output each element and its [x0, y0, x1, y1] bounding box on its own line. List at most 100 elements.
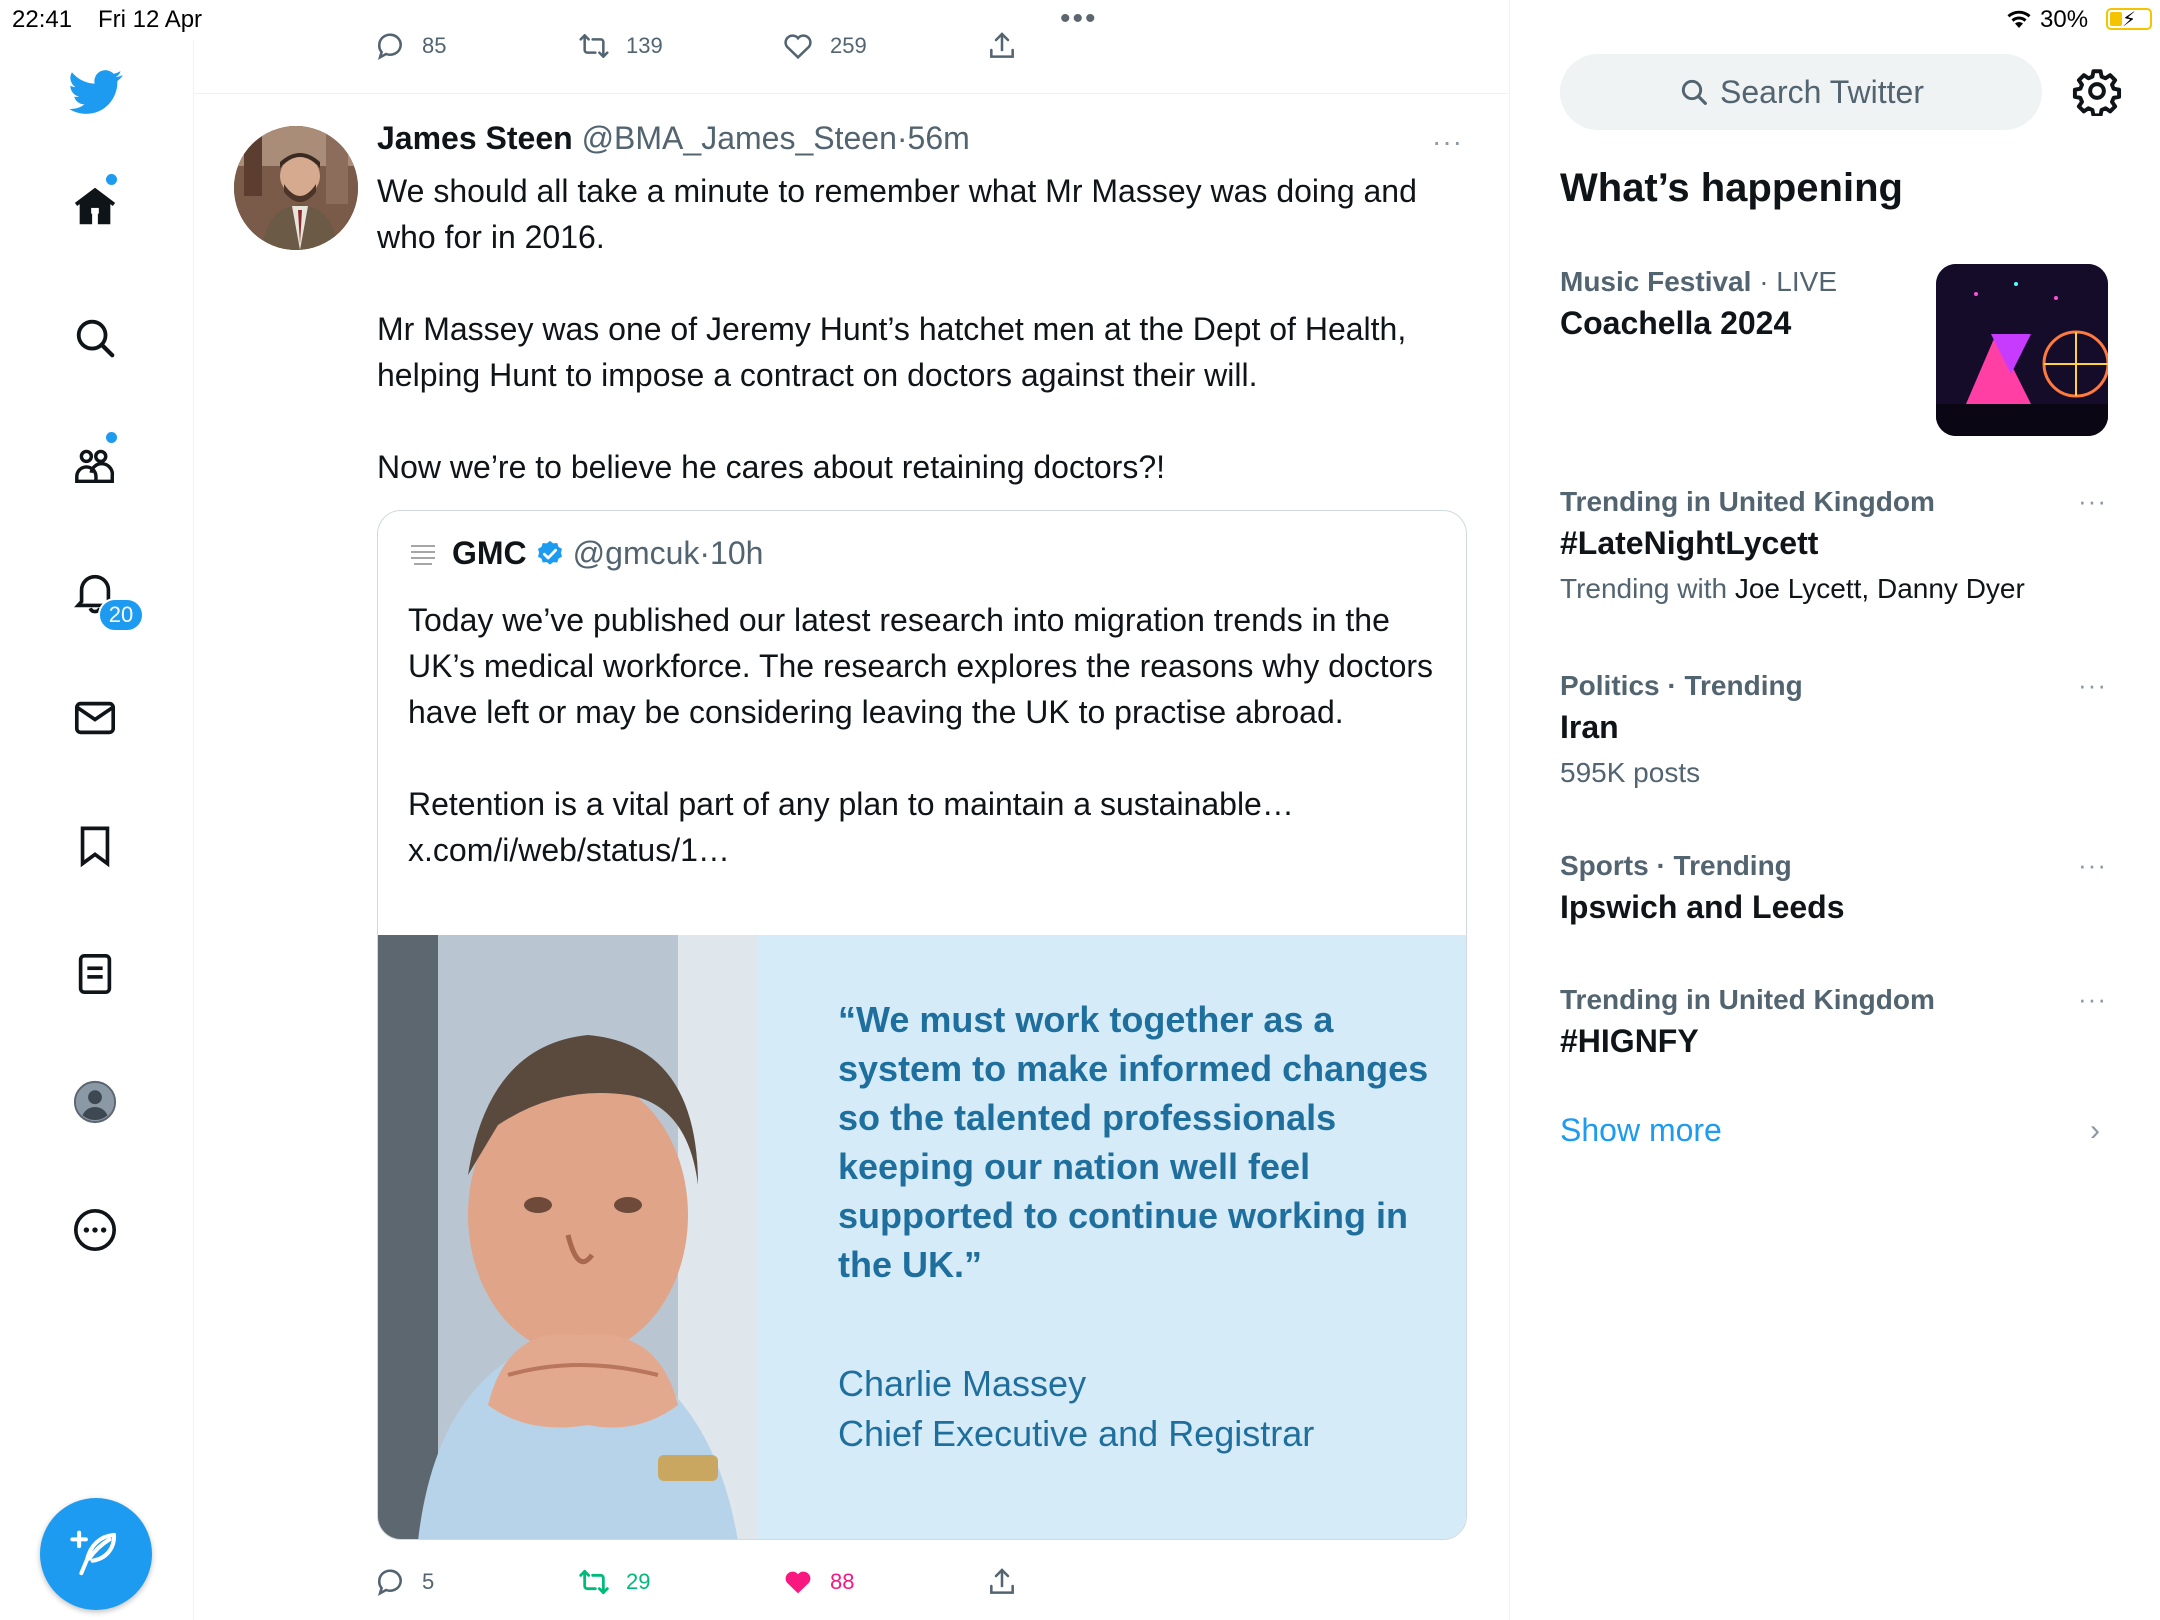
like-count: 88 — [830, 1569, 855, 1594]
image-person-name: Charlie Massey — [838, 1363, 1087, 1404]
tweet-header: James Steen @BMA_James_Steen·56m — [377, 120, 970, 157]
search-input[interactable]: Search Twitter — [1560, 54, 2042, 130]
trend-title: Ipswich and Leeds — [1560, 889, 1845, 925]
image-person-role: Chief Executive and Registrar — [838, 1413, 1315, 1454]
tweet-time[interactable]: 56m — [908, 120, 970, 156]
retweet-button[interactable]: 139 — [578, 30, 663, 62]
messages-icon[interactable] — [69, 692, 121, 744]
tweet-paragraph: Now we’re to believe he cares about reta… — [377, 449, 1165, 485]
trend-post-count: 595K posts — [1560, 757, 1701, 788]
quoted-paragraph: Today we’ve published our latest researc… — [408, 602, 1434, 730]
compose-icon — [70, 1530, 117, 1576]
quoted-author-name[interactable]: GMC — [452, 535, 527, 572]
share-button[interactable] — [986, 1566, 1034, 1598]
compose-button[interactable] — [40, 1498, 152, 1610]
quote-card: “We must work together as a system to ma… — [758, 935, 1466, 1539]
trend-category: Sports · Trending — [1560, 850, 1792, 881]
portrait-photo — [378, 935, 758, 1539]
like-button[interactable]: 88 — [782, 1566, 854, 1598]
trend-item[interactable]: Trending in United Kingdom #LateNightLyc… — [1560, 484, 2120, 612]
quoted-author-handle[interactable]: @gmcuk — [573, 535, 700, 572]
quoted-tweet[interactable]: GMC @gmcuk · 10h Today we’ve published our… — [377, 510, 1467, 1540]
quoted-header-separator: · — [699, 535, 711, 571]
verified-badge-icon — [537, 540, 562, 565]
tweet-text: We should all take a minute to remember … — [377, 168, 1447, 536]
trend-item[interactable]: Sports · Trending Ipswich and Leeds — [1560, 848, 2120, 930]
trend-category: Trending in United Kingdom — [1560, 486, 1935, 517]
share-button[interactable] — [986, 30, 1034, 62]
trend-category: Music Festival — [1560, 266, 1752, 297]
retweet-count: 139 — [626, 33, 663, 58]
trend-category: Trending in United Kingdom — [1560, 984, 1935, 1015]
trend-title: #LateNightLycett — [1560, 525, 1819, 561]
author-handle[interactable]: @BMA_James_Steen — [582, 120, 897, 156]
trend-more-icon[interactable]: ··· — [2078, 670, 2107, 701]
bookmarks-icon[interactable] — [69, 820, 121, 872]
home-unread-dot — [106, 174, 117, 185]
trend-more-icon[interactable]: ··· — [2078, 486, 2107, 517]
reply-icon — [377, 33, 402, 60]
tweet-paragraph: Mr Massey was one of Jeremy Hunt’s hatch… — [377, 311, 1407, 393]
trend-live: · LIVE — [1759, 266, 1837, 297]
retweet-count: 29 — [626, 1569, 651, 1594]
lists-icon[interactable] — [69, 948, 121, 1000]
quoted-tweet-text: Today we’ve published our latest researc… — [408, 597, 1438, 873]
retweet-button[interactable]: 29 — [578, 1566, 650, 1598]
image-quote-text: “We must work together as a system to ma… — [838, 999, 1429, 1285]
retweet-icon — [579, 1569, 609, 1595]
quoted-tweet-time[interactable]: 10h — [710, 535, 763, 572]
more-options-icon[interactable]: ··· — [1432, 126, 1463, 158]
quoted-tweet-header: GMC @gmcuk · 10h — [408, 535, 763, 572]
tweet-actions: 5 29 88 — [194, 1558, 1510, 1608]
reply-button[interactable]: 85 — [374, 30, 446, 62]
trend-with-label: Trending with — [1560, 573, 1728, 604]
avatar[interactable] — [234, 126, 358, 250]
home-icon[interactable] — [69, 180, 121, 232]
retweet-icon — [579, 34, 609, 58]
share-icon — [990, 1568, 1014, 1594]
gear-icon[interactable] — [2072, 66, 2122, 116]
reply-count: 85 — [422, 33, 447, 58]
status-time: 22:41 — [12, 6, 73, 33]
tweet[interactable]: James Steen @BMA_James_Steen·56m ··· We … — [194, 96, 1510, 1620]
search-icon — [1681, 79, 1707, 105]
share-icon — [990, 32, 1014, 58]
trend-item[interactable]: Trending in United Kingdom #HIGNFY — [1560, 982, 2120, 1064]
like-icon — [785, 1571, 811, 1594]
status-date: Fri 12 Apr — [98, 6, 203, 33]
reply-count: 5 — [422, 1569, 435, 1594]
explore-icon[interactable] — [69, 312, 121, 364]
header-separator: · — [896, 120, 908, 156]
whats-happening-heading: What’s happening — [1560, 166, 1903, 210]
trend-more-icon[interactable]: ··· — [2078, 850, 2107, 881]
trend-category: Politics · Trending — [1560, 670, 1803, 701]
twitter-logo-icon[interactable] — [68, 64, 124, 120]
trend-item[interactable]: Politics · Trending Iran 595K posts — [1560, 668, 2120, 796]
like-count: 259 — [830, 33, 867, 58]
trend-title: Iran — [1560, 709, 1619, 745]
communities-icon[interactable] — [69, 440, 121, 492]
reply-button[interactable]: 5 — [374, 1566, 434, 1598]
author-name[interactable]: James Steen — [377, 120, 573, 156]
notifications-badge: 20 — [98, 598, 144, 632]
image-attribution: Charlie Massey Chief Executive and Regis… — [838, 1359, 1314, 1459]
timeline: 85 139 259 James Steen @BMA_James_Steen·… — [194, 0, 1510, 1620]
like-button[interactable]: 259 — [782, 30, 867, 62]
left-navigation: 20 — [0, 40, 194, 1620]
trend-thumbnail[interactable] — [1936, 264, 2108, 436]
like-icon — [784, 34, 812, 60]
reply-icon — [377, 1569, 402, 1596]
trend-more-icon[interactable]: ··· — [2078, 984, 2107, 1015]
quoted-paragraph: Retention is a vital part of any plan to… — [408, 786, 1294, 868]
previous-tweet-actions: 85 139 259 — [194, 28, 1510, 94]
profile-icon[interactable] — [69, 1076, 121, 1128]
search-placeholder: Search Twitter — [1720, 73, 1924, 110]
gmc-logo — [408, 538, 438, 569]
tweet-paragraph: We should all take a minute to remember … — [377, 173, 1417, 255]
chevron-right-icon[interactable]: › — [2090, 1114, 2100, 1148]
trend-people: Joe Lycett, Danny Dyer — [1734, 573, 2025, 604]
show-more-link[interactable]: Show more — [1560, 1112, 1722, 1149]
quoted-tweet-image[interactable]: “We must work together as a system to ma… — [378, 935, 1466, 1539]
more-icon[interactable] — [69, 1204, 121, 1256]
trend-title: #HIGNFY — [1560, 1023, 1699, 1059]
